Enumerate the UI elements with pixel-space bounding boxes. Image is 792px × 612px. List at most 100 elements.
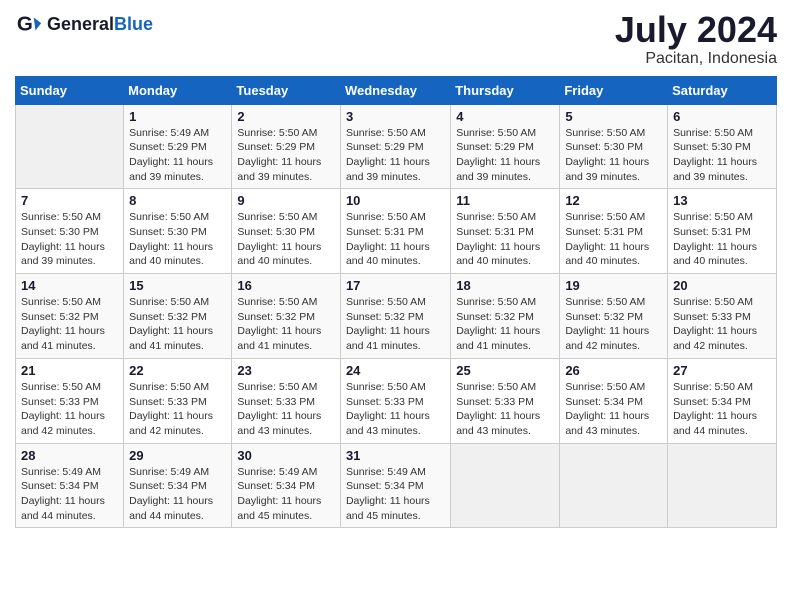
title-block: July 2024 Pacitan, Indonesia bbox=[615, 10, 777, 68]
day-number: 2 bbox=[237, 109, 335, 124]
calendar-week-row: 28 Sunrise: 5:49 AM Sunset: 5:34 PM Dayli… bbox=[16, 443, 777, 528]
day-info: Sunrise: 5:50 AM Sunset: 5:30 PM Dayligh… bbox=[237, 210, 335, 269]
day-info: Sunrise: 5:50 AM Sunset: 5:33 PM Dayligh… bbox=[129, 380, 226, 439]
calendar-week-row: 1 Sunrise: 5:49 AM Sunset: 5:29 PM Daylig… bbox=[16, 104, 777, 189]
day-number: 6 bbox=[673, 109, 771, 124]
day-info: Sunrise: 5:49 AM Sunset: 5:29 PM Dayligh… bbox=[129, 126, 226, 185]
day-number: 16 bbox=[237, 278, 335, 293]
day-number: 7 bbox=[21, 193, 118, 208]
logo-blue: Blue bbox=[114, 14, 153, 34]
day-number: 9 bbox=[237, 193, 335, 208]
day-number: 21 bbox=[21, 363, 118, 378]
day-header-saturday: Saturday bbox=[668, 76, 777, 104]
day-info: Sunrise: 5:50 AM Sunset: 5:32 PM Dayligh… bbox=[346, 295, 445, 354]
day-header-wednesday: Wednesday bbox=[340, 76, 450, 104]
calendar-cell: 26 Sunrise: 5:50 AM Sunset: 5:34 PM Dayli… bbox=[560, 358, 668, 443]
calendar-header-row: SundayMondayTuesdayWednesdayThursdayFrid… bbox=[16, 76, 777, 104]
calendar-cell: 4 Sunrise: 5:50 AM Sunset: 5:29 PM Daylig… bbox=[451, 104, 560, 189]
day-info: Sunrise: 5:50 AM Sunset: 5:33 PM Dayligh… bbox=[673, 295, 771, 354]
day-info: Sunrise: 5:50 AM Sunset: 5:32 PM Dayligh… bbox=[565, 295, 662, 354]
day-info: Sunrise: 5:50 AM Sunset: 5:32 PM Dayligh… bbox=[237, 295, 335, 354]
day-number: 5 bbox=[565, 109, 662, 124]
day-info: Sunrise: 5:50 AM Sunset: 5:31 PM Dayligh… bbox=[565, 210, 662, 269]
day-info: Sunrise: 5:49 AM Sunset: 5:34 PM Dayligh… bbox=[237, 465, 335, 524]
calendar-cell: 17 Sunrise: 5:50 AM Sunset: 5:32 PM Dayli… bbox=[340, 274, 450, 359]
day-number: 26 bbox=[565, 363, 662, 378]
calendar-cell: 22 Sunrise: 5:50 AM Sunset: 5:33 PM Dayli… bbox=[124, 358, 232, 443]
day-number: 27 bbox=[673, 363, 771, 378]
calendar-cell: 18 Sunrise: 5:50 AM Sunset: 5:32 PM Dayli… bbox=[451, 274, 560, 359]
day-number: 13 bbox=[673, 193, 771, 208]
calendar-cell: 2 Sunrise: 5:50 AM Sunset: 5:29 PM Daylig… bbox=[232, 104, 341, 189]
svg-text:G: G bbox=[17, 13, 33, 36]
day-info: Sunrise: 5:50 AM Sunset: 5:32 PM Dayligh… bbox=[456, 295, 554, 354]
day-number: 12 bbox=[565, 193, 662, 208]
calendar-cell: 10Sunrise: 5:50 AM Sunset: 5:31 PM Dayli… bbox=[340, 189, 450, 274]
calendar-cell: 24Sunrise: 5:50 AM Sunset: 5:33 PM Dayli… bbox=[340, 358, 450, 443]
calendar-cell: 30 Sunrise: 5:49 AM Sunset: 5:34 PM Dayli… bbox=[232, 443, 341, 528]
logo-icon: G bbox=[15, 10, 43, 38]
day-header-friday: Friday bbox=[560, 76, 668, 104]
day-number: 4 bbox=[456, 109, 554, 124]
calendar-cell: 6 Sunrise: 5:50 AM Sunset: 5:30 PM Daylig… bbox=[668, 104, 777, 189]
day-number: 17 bbox=[346, 278, 445, 293]
day-info: Sunrise: 5:50 AM Sunset: 5:29 PM Dayligh… bbox=[346, 126, 445, 185]
day-number: 20 bbox=[673, 278, 771, 293]
calendar-cell bbox=[451, 443, 560, 528]
calendar-cell: 20 Sunrise: 5:50 AM Sunset: 5:33 PM Dayli… bbox=[668, 274, 777, 359]
calendar-cell: 5Sunrise: 5:50 AM Sunset: 5:30 PM Daylig… bbox=[560, 104, 668, 189]
day-number: 22 bbox=[129, 363, 226, 378]
calendar-cell bbox=[16, 104, 124, 189]
calendar-cell: 29 Sunrise: 5:49 AM Sunset: 5:34 PM Dayli… bbox=[124, 443, 232, 528]
calendar-week-row: 21 Sunrise: 5:50 AM Sunset: 5:33 PM Dayli… bbox=[16, 358, 777, 443]
calendar-cell: 25 Sunrise: 5:50 AM Sunset: 5:33 PM Dayli… bbox=[451, 358, 560, 443]
calendar-cell: 12 Sunrise: 5:50 AM Sunset: 5:31 PM Dayli… bbox=[560, 189, 668, 274]
calendar-cell: 13Sunrise: 5:50 AM Sunset: 5:31 PM Dayli… bbox=[668, 189, 777, 274]
day-number: 18 bbox=[456, 278, 554, 293]
day-info: Sunrise: 5:49 AM Sunset: 5:34 PM Dayligh… bbox=[346, 465, 445, 524]
day-info: Sunrise: 5:50 AM Sunset: 5:33 PM Dayligh… bbox=[346, 380, 445, 439]
day-number: 28 bbox=[21, 448, 118, 463]
calendar-table: SundayMondayTuesdayWednesdayThursdayFrid… bbox=[15, 76, 777, 529]
day-info: Sunrise: 5:50 AM Sunset: 5:31 PM Dayligh… bbox=[456, 210, 554, 269]
day-info: Sunrise: 5:50 AM Sunset: 5:30 PM Dayligh… bbox=[673, 126, 771, 185]
day-number: 1 bbox=[129, 109, 226, 124]
day-info: Sunrise: 5:50 AM Sunset: 5:30 PM Dayligh… bbox=[129, 210, 226, 269]
day-number: 30 bbox=[237, 448, 335, 463]
day-number: 19 bbox=[565, 278, 662, 293]
day-header-monday: Monday bbox=[124, 76, 232, 104]
day-info: Sunrise: 5:49 AM Sunset: 5:34 PM Dayligh… bbox=[21, 465, 118, 524]
day-info: Sunrise: 5:50 AM Sunset: 5:32 PM Dayligh… bbox=[21, 295, 118, 354]
calendar-cell: 23 Sunrise: 5:50 AM Sunset: 5:33 PM Dayli… bbox=[232, 358, 341, 443]
calendar-week-row: 14Sunrise: 5:50 AM Sunset: 5:32 PM Dayli… bbox=[16, 274, 777, 359]
calendar-cell: 1 Sunrise: 5:49 AM Sunset: 5:29 PM Daylig… bbox=[124, 104, 232, 189]
day-number: 31 bbox=[346, 448, 445, 463]
page-header: G GeneralBlue July 2024 Pacitan, Indones… bbox=[15, 10, 777, 68]
day-info: Sunrise: 5:50 AM Sunset: 5:32 PM Dayligh… bbox=[129, 295, 226, 354]
day-info: Sunrise: 5:50 AM Sunset: 5:33 PM Dayligh… bbox=[237, 380, 335, 439]
day-number: 23 bbox=[237, 363, 335, 378]
day-number: 15 bbox=[129, 278, 226, 293]
day-header-sunday: Sunday bbox=[16, 76, 124, 104]
day-number: 10 bbox=[346, 193, 445, 208]
day-info: Sunrise: 5:50 AM Sunset: 5:33 PM Dayligh… bbox=[456, 380, 554, 439]
day-info: Sunrise: 5:50 AM Sunset: 5:29 PM Dayligh… bbox=[456, 126, 554, 185]
calendar-cell: 7 Sunrise: 5:50 AM Sunset: 5:30 PM Daylig… bbox=[16, 189, 124, 274]
day-number: 25 bbox=[456, 363, 554, 378]
calendar-cell: 11Sunrise: 5:50 AM Sunset: 5:31 PM Dayli… bbox=[451, 189, 560, 274]
day-info: Sunrise: 5:50 AM Sunset: 5:34 PM Dayligh… bbox=[565, 380, 662, 439]
calendar-cell: 31 Sunrise: 5:49 AM Sunset: 5:34 PM Dayli… bbox=[340, 443, 450, 528]
day-info: Sunrise: 5:50 AM Sunset: 5:30 PM Dayligh… bbox=[21, 210, 118, 269]
day-number: 29 bbox=[129, 448, 226, 463]
calendar-title: July 2024 bbox=[615, 10, 777, 50]
logo-text: GeneralBlue bbox=[47, 14, 153, 35]
day-header-thursday: Thursday bbox=[451, 76, 560, 104]
calendar-week-row: 7 Sunrise: 5:50 AM Sunset: 5:30 PM Daylig… bbox=[16, 189, 777, 274]
day-info: Sunrise: 5:49 AM Sunset: 5:34 PM Dayligh… bbox=[129, 465, 226, 524]
day-header-tuesday: Tuesday bbox=[232, 76, 341, 104]
calendar-cell: 27Sunrise: 5:50 AM Sunset: 5:34 PM Dayli… bbox=[668, 358, 777, 443]
calendar-cell bbox=[560, 443, 668, 528]
day-info: Sunrise: 5:50 AM Sunset: 5:29 PM Dayligh… bbox=[237, 126, 335, 185]
calendar-cell: 9 Sunrise: 5:50 AM Sunset: 5:30 PM Daylig… bbox=[232, 189, 341, 274]
calendar-cell: 19 Sunrise: 5:50 AM Sunset: 5:32 PM Dayli… bbox=[560, 274, 668, 359]
